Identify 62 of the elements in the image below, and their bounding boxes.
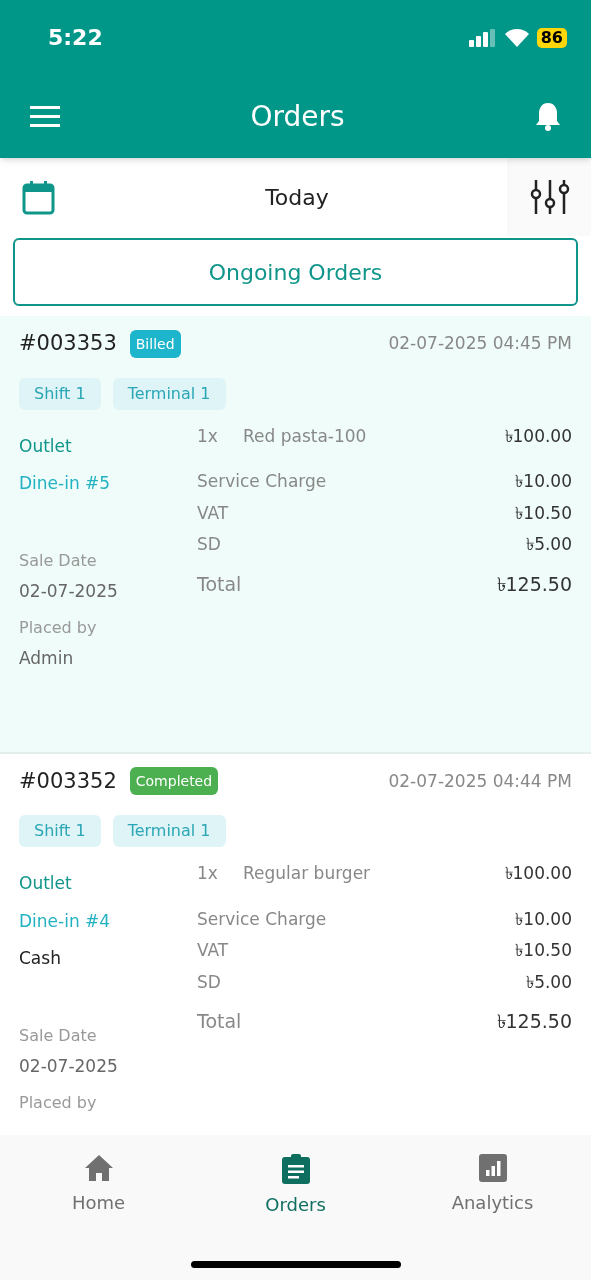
status-badge: Completed bbox=[129, 767, 219, 796]
tag: Terminal 1 bbox=[112, 377, 226, 410]
charge-label: Service Charge bbox=[197, 907, 327, 931]
calendar-icon[interactable] bbox=[22, 179, 55, 215]
sale-date-label: Sale Date bbox=[19, 549, 98, 572]
charge-amount: ৳10.50 bbox=[515, 501, 572, 525]
order-card[interactable]: #003352 Completed 02-07-2025 04:44 PM Shift 1 Terminal 1 Outlet Dine-in #4 Cash Sale Date 02-07-2025 Placed by 1x Regular burger ৳100.00 Service Charge ৳10.00 VAT ৳10.50 SD ৳5.00 Total ৳125.50 bbox=[0, 753, 591, 1135]
status-badge: Billed bbox=[129, 329, 181, 358]
date-filter-label[interactable]: Today bbox=[55, 180, 509, 214]
wifi-icon bbox=[504, 28, 529, 47]
filter-button[interactable] bbox=[509, 158, 591, 236]
sale-date-label: Sale Date bbox=[19, 1024, 98, 1047]
tag: Shift 1 bbox=[19, 815, 101, 847]
bar-chart-icon bbox=[477, 1153, 508, 1183]
battery-indicator: 86 bbox=[536, 27, 567, 48]
total-label: Total bbox=[197, 1009, 242, 1034]
charge-label: VAT bbox=[197, 939, 229, 962]
order-number: #003352 bbox=[19, 767, 117, 795]
table-label: Dine-in #5 bbox=[19, 472, 112, 495]
nav-tab[interactable]: Analytics bbox=[394, 1153, 591, 1218]
bell-icon[interactable] bbox=[535, 101, 561, 132]
nav-tab[interactable]: Orders bbox=[197, 1153, 394, 1218]
charge-amount: ৳5.00 bbox=[526, 533, 572, 556]
charge-amount: ৳10.50 bbox=[515, 939, 572, 962]
tag: Shift 1 bbox=[19, 377, 101, 410]
menu-icon[interactable] bbox=[30, 105, 60, 128]
nav-tab[interactable]: Home bbox=[0, 1153, 197, 1218]
tag: Terminal 1 bbox=[112, 815, 226, 847]
signal-icon bbox=[468, 28, 495, 47]
item-name: Regular burger bbox=[243, 862, 371, 885]
placed-by-label: Placed by bbox=[19, 617, 98, 639]
item-price: ৳100.00 bbox=[504, 424, 572, 448]
clipboard-icon bbox=[280, 1153, 311, 1185]
sale-date: 02-07-2025 bbox=[19, 579, 119, 603]
charge-amount: ৳10.00 bbox=[515, 470, 572, 493]
outlet-label: Outlet bbox=[19, 872, 73, 895]
placed-by-label: Placed by bbox=[19, 1092, 98, 1114]
charge-amount: ৳5.00 bbox=[526, 970, 572, 994]
item-quantity: 1x bbox=[197, 862, 219, 885]
total-amount: ৳125.50 bbox=[496, 1009, 572, 1034]
placed-by: Admin bbox=[19, 647, 75, 670]
order-datetime: 02-07-2025 04:45 PM bbox=[388, 332, 572, 355]
ongoing-orders-button[interactable]: Ongoing Orders bbox=[13, 238, 578, 306]
order-number: #003353 bbox=[19, 330, 117, 357]
charge-label: VAT bbox=[197, 501, 229, 525]
item-quantity: 1x bbox=[197, 424, 219, 448]
app-title: Orders bbox=[249, 98, 346, 135]
item-name: Red pasta-100 bbox=[243, 424, 367, 448]
charge-label: SD bbox=[197, 970, 221, 994]
item-price: ৳100.00 bbox=[504, 862, 572, 885]
charge-label: Service Charge bbox=[197, 470, 327, 493]
order-datetime: 02-07-2025 04:44 PM bbox=[388, 769, 572, 793]
sale-date: 02-07-2025 bbox=[19, 1054, 119, 1078]
sliders-icon bbox=[530, 179, 570, 215]
total-label: Total bbox=[197, 571, 242, 597]
charge-amount: ৳10.00 bbox=[515, 907, 572, 931]
status-time: 5:22 bbox=[48, 24, 103, 52]
table-label: Dine-in #4 bbox=[19, 909, 112, 933]
payment-method: Cash bbox=[19, 947, 62, 970]
outlet-label: Outlet bbox=[19, 434, 73, 458]
total-amount: ৳125.50 bbox=[496, 571, 572, 597]
charge-label: SD bbox=[197, 533, 221, 556]
